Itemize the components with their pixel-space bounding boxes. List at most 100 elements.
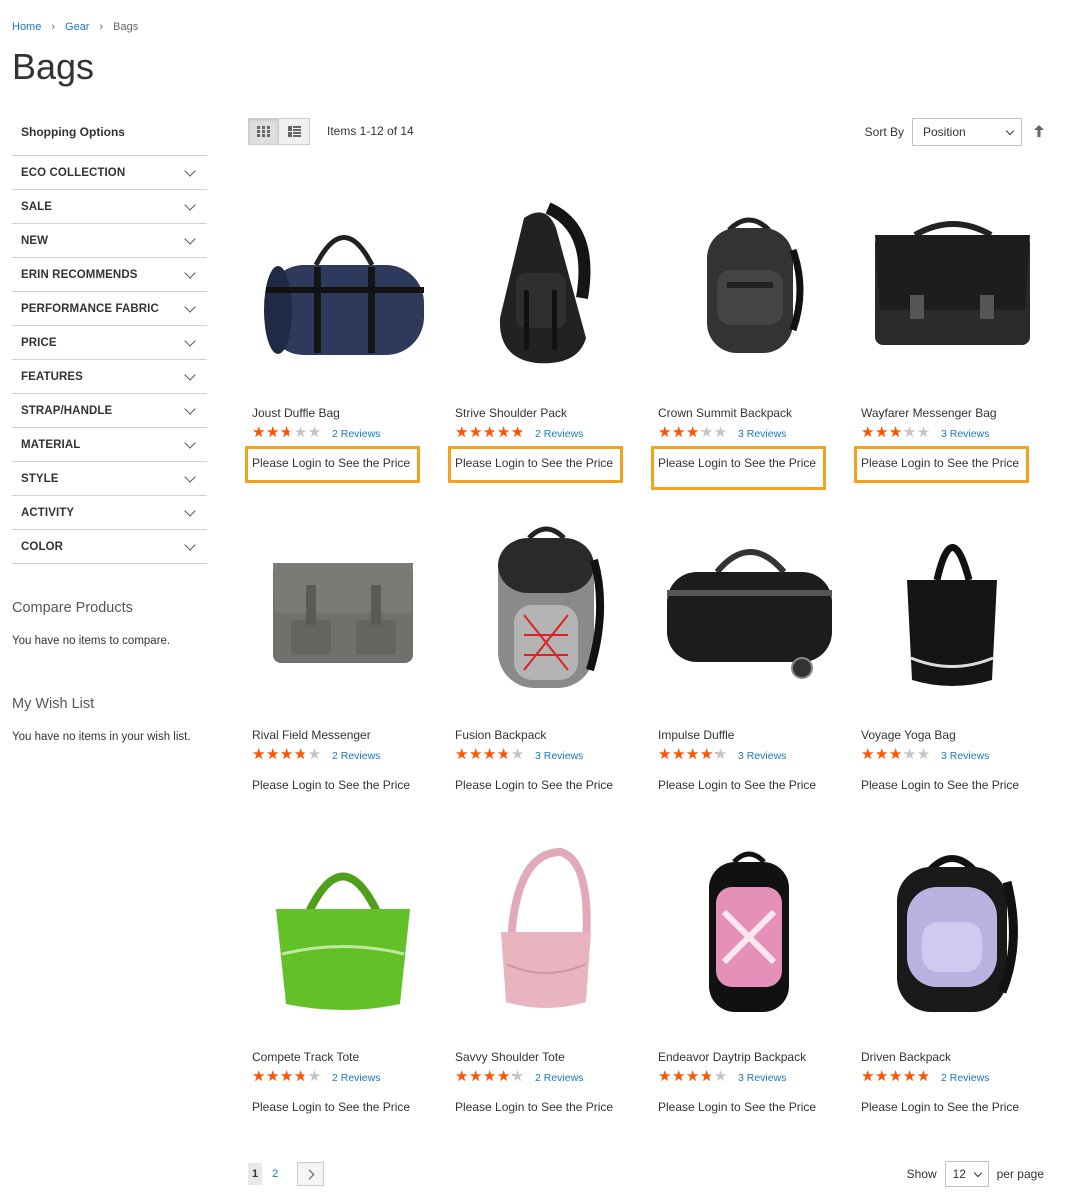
- product-name-link[interactable]: Wayfarer Messenger Bag: [861, 406, 997, 420]
- filter-label: PERFORMANCE FABRIC: [21, 302, 159, 315]
- filter-label: ACTIVITY: [21, 506, 75, 519]
- chevron-down-icon: [184, 402, 196, 415]
- reviews-link[interactable]: 3 Reviews: [941, 428, 989, 440]
- filter-new[interactable]: NEW: [12, 224, 207, 258]
- product-name-link[interactable]: Endeavor Daytrip Backpack: [658, 1050, 806, 1064]
- filter-activity[interactable]: ACTIVITY: [12, 496, 207, 530]
- list-view-button[interactable]: [279, 118, 310, 145]
- filter-strap-handle[interactable]: STRAP/HANDLE: [12, 394, 207, 428]
- filter-performance-fabric[interactable]: PERFORMANCE FABRIC: [12, 292, 207, 326]
- star-rating-icon: ★★★★★★★★★★: [658, 425, 732, 441]
- star-filled-icon: ★★★★★: [455, 1069, 514, 1085]
- product-name-link[interactable]: Voyage Yoga Bag: [861, 728, 956, 742]
- product-rating: ★★★★★★★★★★ 3 Reviews: [658, 1069, 786, 1085]
- field-messenger-image[interactable]: [248, 502, 438, 712]
- star-filled-icon: ★★★★★: [455, 425, 522, 441]
- star-rating-icon: ★★★★★★★★★★: [252, 747, 326, 763]
- sorter: Sort By Position: [865, 118, 1046, 146]
- reviews-link[interactable]: 3 Reviews: [535, 750, 583, 762]
- reviews-link[interactable]: 2 Reviews: [332, 750, 380, 762]
- product-name-link[interactable]: Compete Track Tote: [252, 1050, 359, 1064]
- reviews-link[interactable]: 2 Reviews: [535, 428, 583, 440]
- messenger-bag-image[interactable]: [857, 180, 1047, 390]
- star-filled-icon: ★★★★★: [861, 747, 905, 763]
- compare-products-title: Compare Products: [12, 600, 133, 616]
- product-card: Joust Duffle Bag ★★★★★★★★★★ 2 Reviews Pleas…: [245, 180, 438, 490]
- product-card: Compete Track Tote ★★★★★★★★★★ 2 Reviews Ple…: [248, 824, 438, 1134]
- chevron-down-icon: [184, 232, 196, 245]
- filter-color[interactable]: COLOR: [12, 530, 207, 564]
- filter-label: MATERIAL: [21, 438, 81, 451]
- filter-label: PRICE: [21, 336, 57, 349]
- reviews-link[interactable]: 2 Reviews: [535, 1072, 583, 1084]
- sort-by-label: Sort By: [864, 125, 904, 139]
- lavender-backpack-image[interactable]: [857, 824, 1047, 1034]
- tote-bag-image[interactable]: [857, 502, 1047, 712]
- toolbar-amount: Items 1-12 of 14: [327, 124, 414, 138]
- reviews-link[interactable]: 3 Reviews: [738, 428, 786, 440]
- chevron-down-icon: [184, 164, 196, 177]
- filter-sale[interactable]: SALE: [12, 190, 207, 224]
- star-rating-icon: ★★★★★★★★★★: [252, 1069, 326, 1085]
- reviews-link[interactable]: 3 Reviews: [738, 750, 786, 762]
- breadcrumb: Home › Gear › Bags: [12, 21, 138, 33]
- pink-backpack-image[interactable]: [654, 824, 844, 1034]
- filter-eco-collection[interactable]: ECO COLLECTION: [12, 156, 207, 190]
- reviews-link[interactable]: 2 Reviews: [332, 428, 380, 440]
- fusion-backpack-image[interactable]: [451, 502, 641, 712]
- compare-products-block: Compare Products You have no items to co…: [12, 600, 212, 647]
- per-page-select[interactable]: 12: [944, 1161, 989, 1187]
- login-price-notice: Please Login to See the Price: [658, 1100, 817, 1114]
- reviews-link[interactable]: 2 Reviews: [941, 1072, 989, 1084]
- breadcrumb-gear-link[interactable]: Gear: [65, 21, 89, 33]
- per-page-value: 12: [952, 1167, 966, 1181]
- reviews-link[interactable]: 3 Reviews: [738, 1072, 786, 1084]
- filter-style[interactable]: STYLE: [12, 462, 207, 496]
- product-name-link[interactable]: Impulse Duffle: [658, 728, 734, 742]
- product-name-link[interactable]: Rival Field Messenger: [252, 728, 371, 742]
- filter-price[interactable]: PRICE: [12, 326, 207, 360]
- pagination: 1 2: [248, 1162, 325, 1186]
- filter-features[interactable]: FEATURES: [12, 360, 207, 394]
- star-filled-icon: ★★★★★: [658, 747, 717, 763]
- login-price-notice: Please Login to See the Price: [658, 456, 817, 470]
- product-name-link[interactable]: Strive Shoulder Pack: [455, 406, 567, 420]
- filter-material[interactable]: MATERIAL: [12, 428, 207, 462]
- page-2-link[interactable]: 2: [268, 1163, 282, 1185]
- duffle-bag-image[interactable]: [248, 180, 438, 390]
- star-filled-icon: ★★★★★: [252, 425, 289, 441]
- star-rating-icon: ★★★★★★★★★★: [861, 747, 935, 763]
- pink-tote-image[interactable]: [451, 824, 641, 1034]
- backpack-image[interactable]: [654, 180, 844, 390]
- breadcrumb-home-link[interactable]: Home: [12, 21, 41, 33]
- product-card: Impulse Duffle ★★★★★★★★★★ 3 Reviews Please …: [654, 502, 844, 812]
- show-label: Show: [906, 1167, 937, 1181]
- green-tote-image[interactable]: [248, 824, 438, 1034]
- sling-backpack-image[interactable]: [451, 180, 641, 390]
- login-price-notice: Please Login to See the Price: [658, 778, 817, 792]
- sort-direction-button[interactable]: [1032, 125, 1046, 139]
- product-card: Voyage Yoga Bag ★★★★★★★★★★ 3 Reviews Please…: [857, 502, 1047, 812]
- limiter: Show 12 per page: [907, 1161, 1044, 1187]
- product-name-link[interactable]: Driven Backpack: [861, 1050, 951, 1064]
- product-rating: ★★★★★★★★★★ 3 Reviews: [658, 425, 786, 441]
- filter-erin-recommends[interactable]: ERIN RECOMMENDS: [12, 258, 207, 292]
- sort-by-select[interactable]: Position: [912, 118, 1022, 146]
- rolling-duffle-image[interactable]: [654, 502, 844, 712]
- next-page-button[interactable]: [297, 1162, 325, 1186]
- grid-view-button[interactable]: [248, 118, 279, 145]
- product-rating: ★★★★★★★★★★ 2 Reviews: [861, 1069, 989, 1085]
- product-card: Driven Backpack ★★★★★ ★★★★★ 2 Reviews Please…: [857, 824, 1047, 1134]
- breadcrumb-current: Bags: [113, 21, 139, 33]
- product-name-link[interactable]: Joust Duffle Bag: [252, 406, 340, 420]
- reviews-link[interactable]: 3 Reviews: [941, 750, 989, 762]
- reviews-link[interactable]: 2 Reviews: [332, 1072, 380, 1084]
- product-rating: ★★★★★★★★★★ 2 Reviews: [252, 747, 380, 763]
- product-name-link[interactable]: Fusion Backpack: [455, 728, 546, 742]
- product-name-link[interactable]: Crown Summit Backpack: [658, 406, 792, 420]
- login-price-notice: Please Login to See the Price: [861, 1100, 1020, 1114]
- product-name-link[interactable]: Savvy Shoulder Tote: [455, 1050, 565, 1064]
- filter-label: NEW: [21, 234, 49, 247]
- list-icon: [287, 126, 301, 137]
- star-rating-icon: ★★★★★★★★★★: [455, 1069, 529, 1085]
